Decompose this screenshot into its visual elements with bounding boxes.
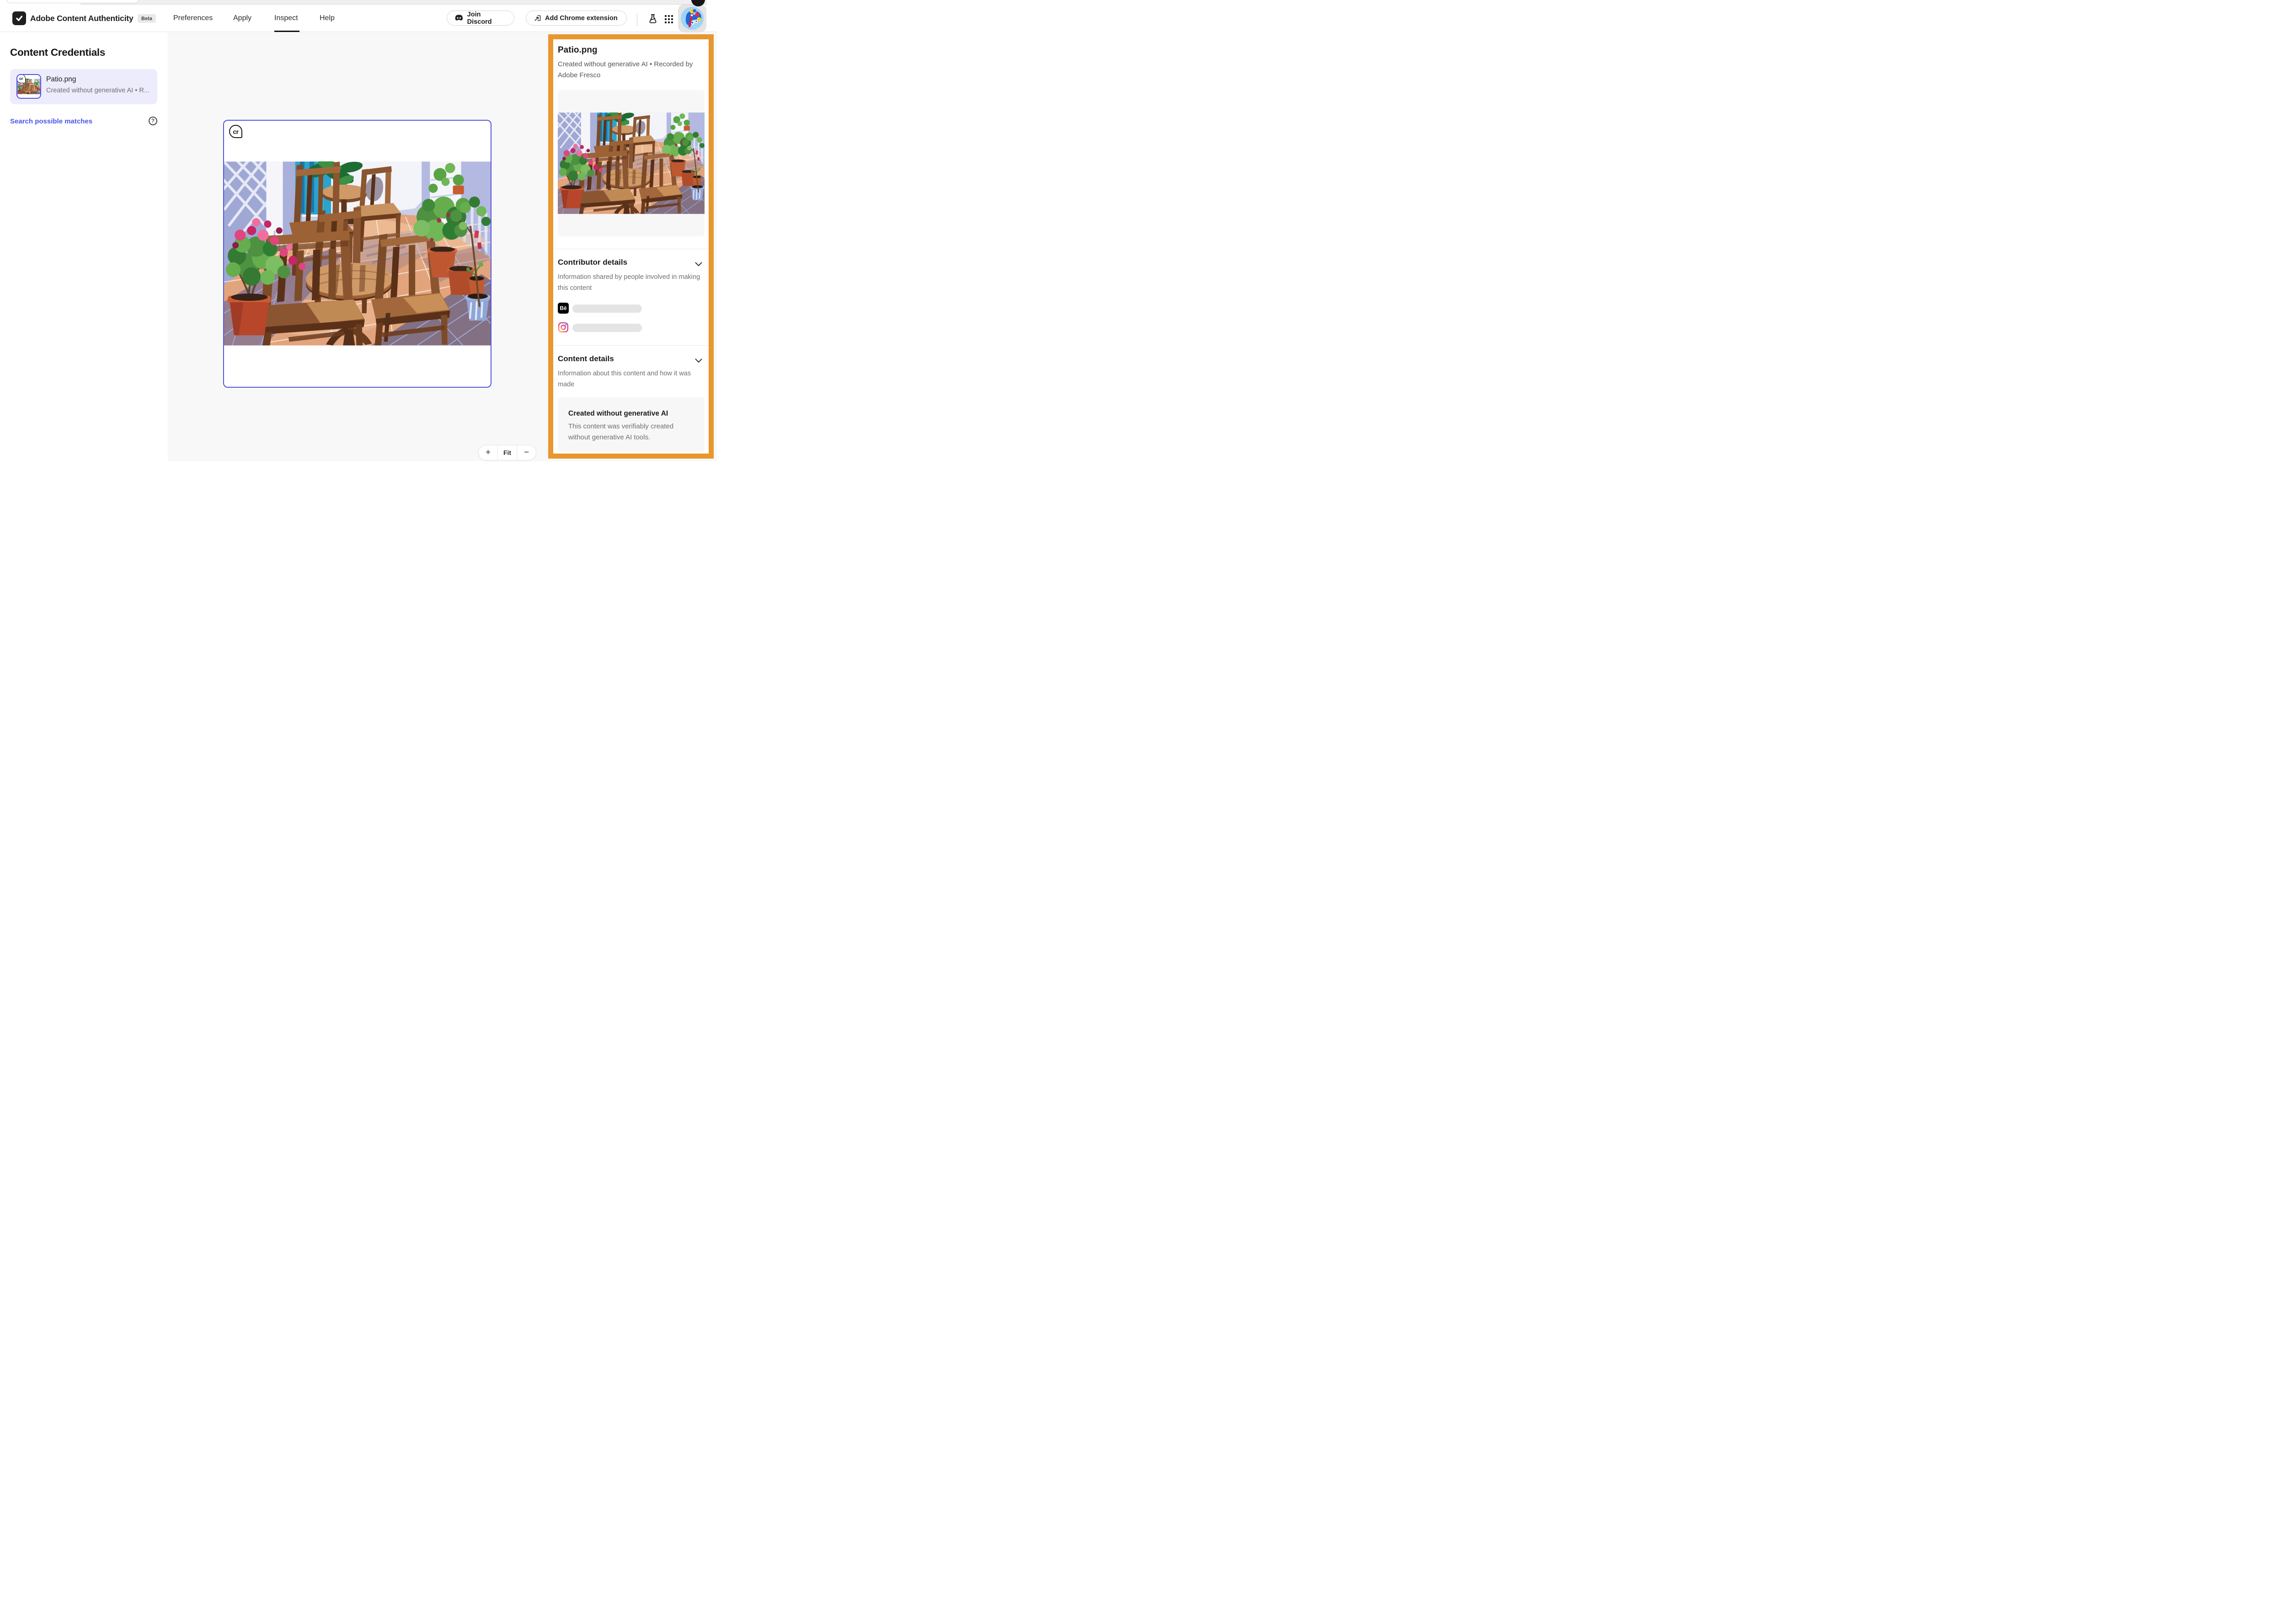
app-title: Adobe Content Authenticity xyxy=(30,5,134,32)
nav-help[interactable]: Help xyxy=(320,5,335,32)
cr-badge-icon: cr xyxy=(16,74,26,83)
external-link-icon xyxy=(534,14,541,22)
discord-icon xyxy=(454,15,464,21)
join-discord-label: Join Discord xyxy=(467,11,507,26)
nav-apply[interactable]: Apply xyxy=(233,5,251,32)
inspect-details-panel-highlighted: Patio.png Created without generative AI … xyxy=(548,34,714,459)
browser-chrome-strip xyxy=(0,0,717,5)
inspect-details-panel: Patio.png Created without generative AI … xyxy=(553,39,709,454)
chevron-down-icon[interactable] xyxy=(695,357,702,365)
check-logo-icon xyxy=(14,13,24,23)
palette-avatar-icon xyxy=(680,6,704,30)
patio-artwork-image xyxy=(224,161,491,346)
contributor-details-description: Information shared by people involved in… xyxy=(558,272,708,294)
browser-urlbar-edge xyxy=(6,0,139,3)
behance-icon: Bē xyxy=(558,303,569,314)
redacted-behance-handle xyxy=(572,304,642,313)
help-icon[interactable]: ? xyxy=(149,117,157,125)
zoom-controls: + Fit − xyxy=(478,445,536,460)
labs-flask-button[interactable] xyxy=(646,12,659,25)
add-chrome-extension-button[interactable]: Add Chrome extension xyxy=(526,11,627,26)
top-navigation-bar: Adobe Content Authenticity Beta Preferen… xyxy=(0,5,717,32)
account-avatar[interactable] xyxy=(678,4,706,32)
file-list-item-patio[interactable]: cr Patio.png Created without generative … xyxy=(10,69,157,104)
section-divider xyxy=(553,345,709,346)
panel-image-preview xyxy=(558,90,705,236)
add-chrome-extension-label: Add Chrome extension xyxy=(545,15,618,22)
app-logo[interactable] xyxy=(12,11,26,25)
browser-toolbar-edge xyxy=(80,0,707,5)
beta-badge: Beta xyxy=(138,14,156,23)
panel-file-title: Patio.png xyxy=(558,45,598,55)
redacted-instagram-handle xyxy=(572,324,642,332)
patio-preview-image xyxy=(558,112,705,214)
file-summary: Created without generative AI • R... xyxy=(46,87,153,94)
inspected-image-canvas[interactable]: cr xyxy=(223,120,491,388)
instagram-icon xyxy=(558,322,569,333)
zoom-fit-button[interactable]: Fit xyxy=(497,445,517,460)
app-window: Adobe Content Authenticity Beta Preferen… xyxy=(0,0,717,461)
search-possible-matches-link[interactable]: Search possible matches xyxy=(10,118,92,125)
sidebar-heading: Content Credentials xyxy=(10,47,105,59)
file-name: Patio.png xyxy=(46,75,76,84)
flask-icon xyxy=(647,13,658,24)
contributor-details-heading[interactable]: Contributor details xyxy=(558,258,627,267)
claim-title: Created without generative AI xyxy=(568,410,668,418)
app-grid-button[interactable] xyxy=(664,14,674,24)
nav-preferences[interactable]: Preferences xyxy=(173,5,213,32)
content-claim-card: Created without generative AI This conte… xyxy=(558,397,705,452)
zoom-in-button[interactable]: + xyxy=(479,445,497,460)
content-credentials-sidebar: Content Credentials cr Patio.png Created… xyxy=(0,32,168,461)
file-thumbnail: cr xyxy=(16,74,41,99)
content-details-description: Information about this content and how i… xyxy=(558,368,708,390)
chevron-down-icon[interactable] xyxy=(695,261,702,269)
grid-icon xyxy=(665,15,673,23)
nav-inspect[interactable]: Inspect xyxy=(274,5,298,32)
join-discord-button[interactable]: Join Discord xyxy=(447,11,514,26)
cr-badge-icon[interactable]: cr xyxy=(229,125,242,138)
content-details-heading[interactable]: Content details xyxy=(558,354,614,363)
claim-body: This content was verifiably created with… xyxy=(568,421,685,443)
zoom-out-button[interactable]: − xyxy=(517,445,536,460)
active-tab-underline xyxy=(274,31,299,32)
panel-file-subtitle: Created without generative AI • Recorded… xyxy=(558,59,701,81)
